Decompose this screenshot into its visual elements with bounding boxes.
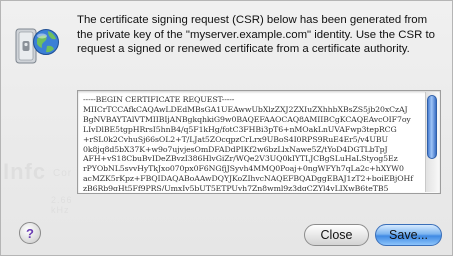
help-button[interactable]: ? — [19, 222, 41, 244]
csr-text[interactable]: -----BEGIN CERTIFICATE REQUEST----- MIIC… — [83, 95, 423, 191]
close-button[interactable]: Close — [304, 224, 369, 246]
save-button[interactable]: Save... — [375, 224, 442, 246]
help-icon: ? — [26, 225, 34, 241]
ghost-text-2: Cor — [53, 168, 73, 179]
ghost-text-1: Infc — [3, 159, 47, 184]
keychain-access-icon — [15, 25, 61, 67]
csr-text-area[interactable]: -----BEGIN CERTIFICATE REQUEST----- MIIC… — [77, 90, 441, 194]
dialog-message: The certificate signing request (CSR) be… — [77, 14, 435, 56]
ghost-text-3: 2.66 kHz — [51, 195, 73, 215]
background-ghost-text: Infc Cor 2.66 kHz — [3, 141, 83, 221]
vertical-scrollbar[interactable] — [425, 92, 439, 192]
scrollbar-thumb[interactable] — [427, 95, 437, 159]
csr-dialog: Infc Cor 2.66 kHz The certificate signin… — [0, 0, 453, 256]
